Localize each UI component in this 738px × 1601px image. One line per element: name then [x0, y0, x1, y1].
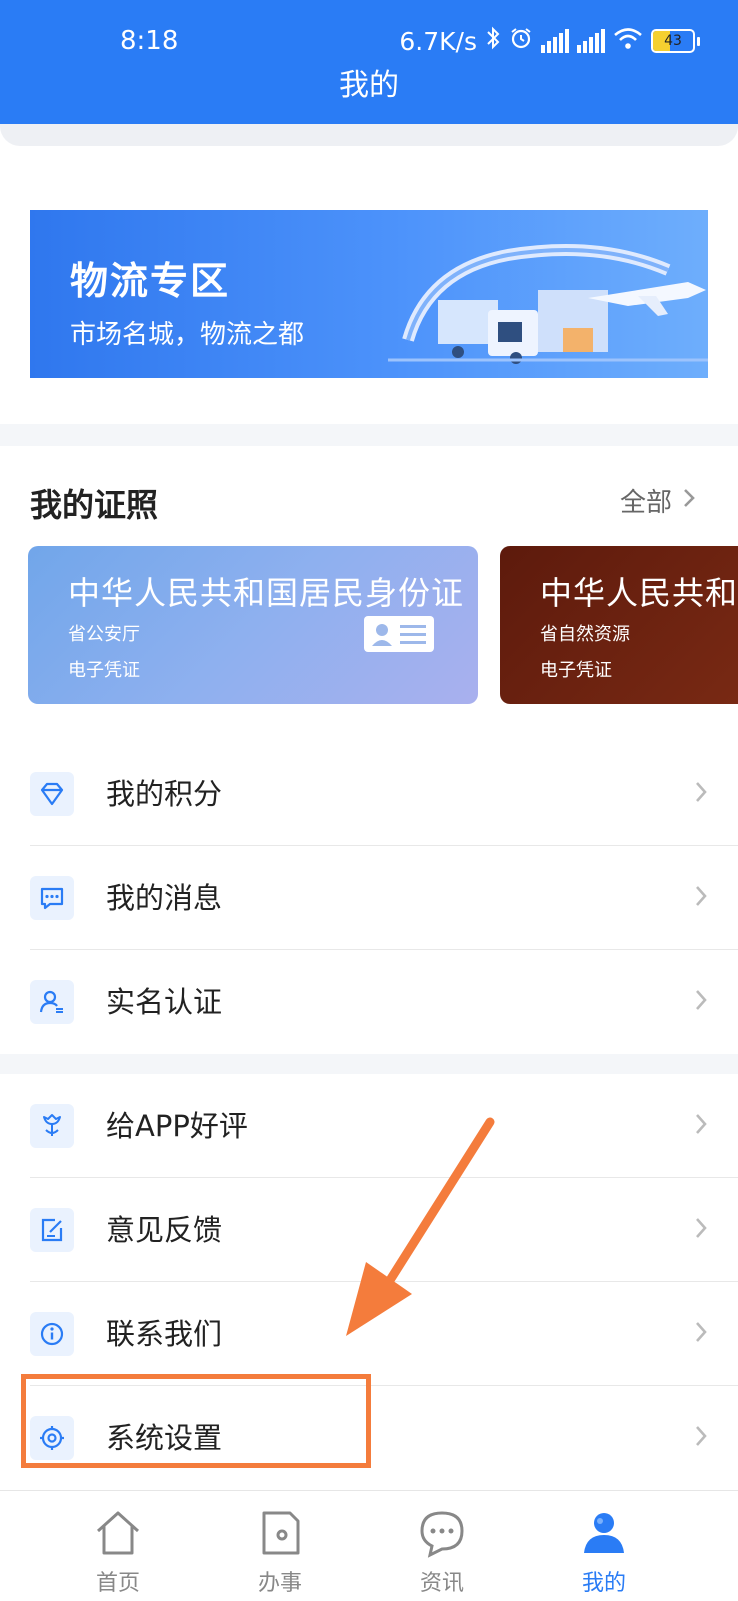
menu-item-label: 联系我们: [106, 1317, 223, 1351]
menu-item-verify[interactable]: 实名认证: [0, 950, 738, 1054]
home-icon: [96, 1511, 140, 1555]
status-icons: 6.7K/s 43: [399, 26, 700, 56]
tab-home[interactable]: 首页: [26, 1491, 210, 1601]
view-all-label: 全部: [619, 488, 672, 518]
signal-icon: [541, 29, 569, 53]
signal-icon: [577, 29, 605, 53]
menu-item-label: 我的积分: [106, 777, 223, 811]
id-card-icon: [364, 616, 434, 652]
logistics-banner[interactable]: 物流专区 市场名城，物流之都: [30, 210, 708, 378]
alarm-icon: [509, 26, 533, 56]
menu-item-points[interactable]: 我的积分: [0, 742, 738, 846]
menu-item-label: 给APP好评: [106, 1109, 248, 1143]
banner-card: 物流专区 市场名城，物流之都: [0, 124, 738, 424]
banner-title: 物流专区: [70, 259, 231, 303]
network-speed: 6.7K/s: [399, 26, 477, 56]
edit-icon: [30, 1208, 74, 1252]
diamond-icon: [30, 772, 74, 816]
cert-org: 省公安厅: [68, 624, 140, 645]
banner-subtitle: 市场名城，物流之都: [70, 320, 305, 350]
cert-name: 中华人民共和: [540, 574, 738, 612]
chevron-right-icon: [694, 1112, 708, 1140]
info-icon: [30, 1312, 74, 1356]
wifi-icon: [613, 26, 643, 56]
tab-label: 办事: [257, 1571, 302, 1596]
page-title: 我的: [339, 68, 399, 103]
menu-item-feedback[interactable]: 意见反馈: [0, 1178, 738, 1282]
annotation-box: [21, 1374, 371, 1468]
certificates-section: 我的证照 全部 中华人民共和国居民身份证 省公安厅 电子凭证 中华人民共和 省自…: [0, 446, 738, 1054]
tab-label: 我的: [581, 1571, 626, 1596]
profile-icon: [584, 1513, 624, 1553]
tab-profile[interactable]: 我的: [512, 1491, 696, 1601]
status-time: 8:18: [120, 26, 179, 56]
bluetooth-icon: [485, 26, 501, 56]
chevron-right-icon: [694, 1424, 708, 1452]
chat-icon: [420, 1511, 464, 1558]
menu-item-contact[interactable]: 联系我们: [0, 1282, 738, 1386]
chevron-right-icon: [694, 884, 708, 912]
chevron-right-icon: [682, 486, 696, 516]
chevron-right-icon: [694, 780, 708, 808]
battery-icon: 43: [651, 29, 700, 53]
chevron-right-icon: [694, 988, 708, 1016]
cert-org: 省自然资源: [540, 624, 630, 645]
tab-news[interactable]: 资讯: [350, 1491, 534, 1601]
document-icon: [262, 1511, 300, 1555]
section-title: 我的证照: [30, 486, 159, 524]
cert-card-id[interactable]: 中华人民共和国居民身份证 省公安厅 电子凭证: [28, 546, 478, 704]
tab-label: 首页: [95, 1571, 140, 1596]
menu-item-label: 意见反馈: [106, 1213, 223, 1247]
menu-item-messages[interactable]: 我的消息: [0, 846, 738, 950]
chevron-right-icon: [694, 1320, 708, 1348]
cert-card-land[interactable]: 中华人民共和 省自然资源 电子凭证: [500, 546, 738, 704]
cert-name: 中华人民共和国居民身份证: [68, 574, 465, 612]
bottom-tab-bar: 首页 办事 资讯 我的: [0, 1490, 738, 1601]
cert-type: 电子凭证: [68, 660, 140, 681]
tab-services[interactable]: 办事: [188, 1491, 372, 1601]
flower-icon: [30, 1104, 74, 1148]
menu-item-label: 我的消息: [106, 881, 223, 915]
menu-item-rate-app[interactable]: 给APP好评: [0, 1074, 738, 1178]
message-icon: [30, 876, 74, 920]
top-bar: 8:18 6.7K/s 43 我的: [0, 0, 738, 124]
menu-item-label: 实名认证: [106, 985, 223, 1019]
view-all-link[interactable]: 全部: [620, 482, 696, 519]
user-verify-icon: [30, 980, 74, 1024]
chevron-right-icon: [694, 1216, 708, 1244]
logistics-illustration: [388, 244, 708, 364]
cert-type: 电子凭证: [540, 660, 612, 681]
tab-label: 资讯: [419, 1571, 464, 1596]
